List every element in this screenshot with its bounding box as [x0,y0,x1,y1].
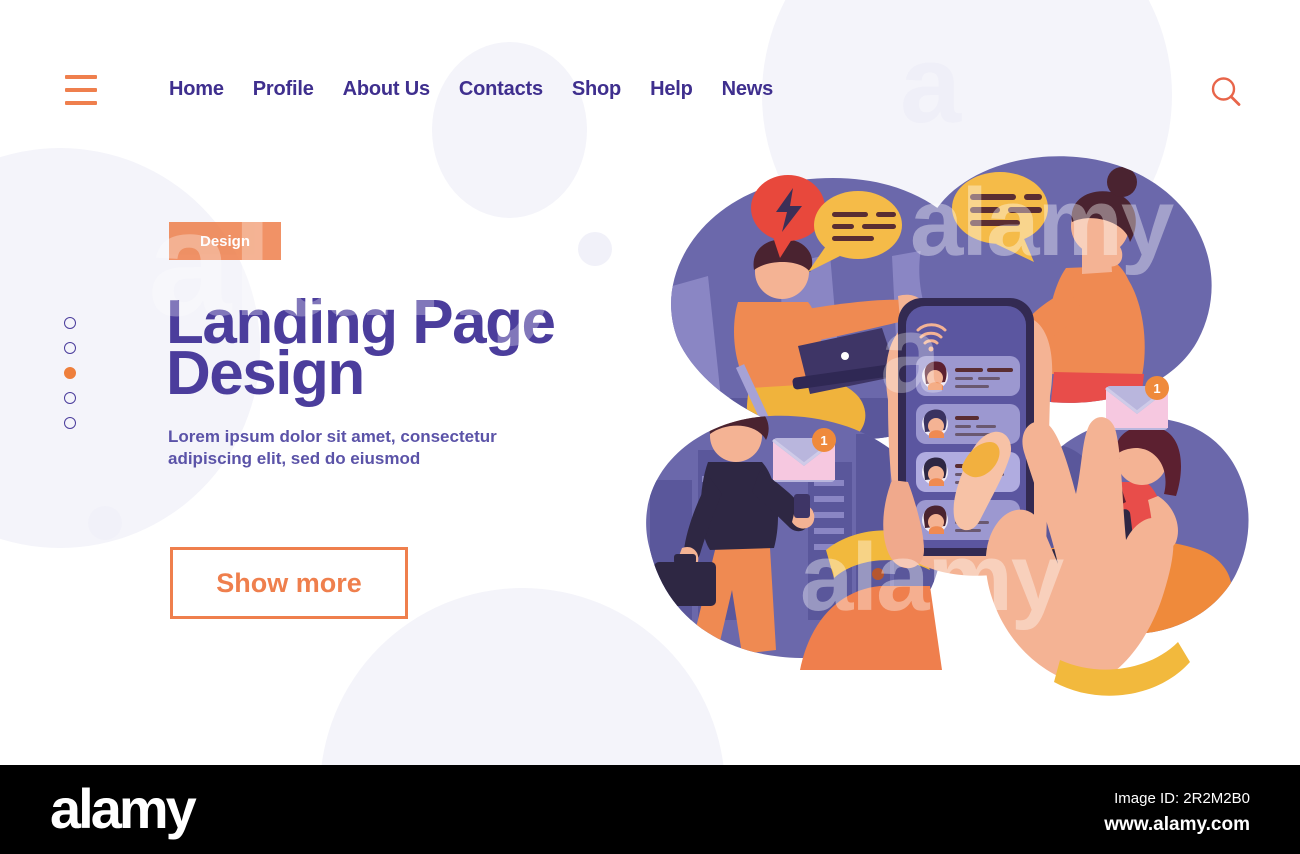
pagination-dot-2[interactable] [64,342,76,354]
alamy-watermark-bar: alamy Image ID: 2R2M2B0 www.alamy.com [0,765,1300,854]
notification-count-top: 1 [1153,381,1160,396]
page-subtitle: Lorem ipsum dolor sit amet, consectetur … [168,426,528,470]
hamburger-bar-3 [65,101,97,105]
landing-page-screenshot: Home Profile About Us Contacts Shop Help… [0,0,1300,854]
main-navigation: Home Profile About Us Contacts Shop Help… [169,78,773,101]
alamy-url: www.alamy.com [1104,814,1250,836]
category-badge: Design [169,222,281,260]
pagination-dot-4[interactable] [64,392,76,404]
nav-item-profile[interactable]: Profile [253,78,314,101]
chat-row-1 [916,356,1020,396]
alamy-logo: alamy [50,777,197,840]
pagination-dot-3[interactable] [64,367,76,379]
decorative-dot-left [88,506,122,540]
slider-pagination [64,317,76,429]
hamburger-bar-1 [65,75,97,79]
hero-illustration: 1 1 [630,150,1250,710]
nav-item-about-us[interactable]: About Us [343,78,430,101]
page-title-line-2: Design [166,338,365,408]
pagination-dot-5[interactable] [64,417,76,429]
nav-item-contacts[interactable]: Contacts [459,78,543,101]
site-header: Home Profile About Us Contacts Shop Help… [0,0,1300,180]
notification-count-bottom: 1 [820,433,827,448]
hamburger-menu-icon[interactable] [65,75,97,105]
nav-item-news[interactable]: News [722,78,774,101]
nav-item-home[interactable]: Home [169,78,224,101]
decorative-dot-mid [578,232,612,266]
nav-item-help[interactable]: Help [650,78,693,101]
category-badge-label: Design [199,232,250,250]
watermark-meta: Image ID: 2R2M2B0 www.alamy.com [1104,787,1250,840]
hamburger-bar-2 [65,88,97,92]
image-id-label: Image ID: 2R2M2B0 [1114,790,1250,807]
nav-item-shop[interactable]: Shop [572,78,621,101]
page-subtitle-line-2: adipiscing elit, sed do eiusmod [168,448,421,468]
show-more-button[interactable]: Show more [170,547,408,619]
pagination-dot-1[interactable] [64,317,76,329]
page-subtitle-line-1: Lorem ipsum dolor sit amet, consectetur [168,427,497,446]
page-title: Landing Page Design [166,292,636,405]
search-icon[interactable] [1204,70,1248,114]
